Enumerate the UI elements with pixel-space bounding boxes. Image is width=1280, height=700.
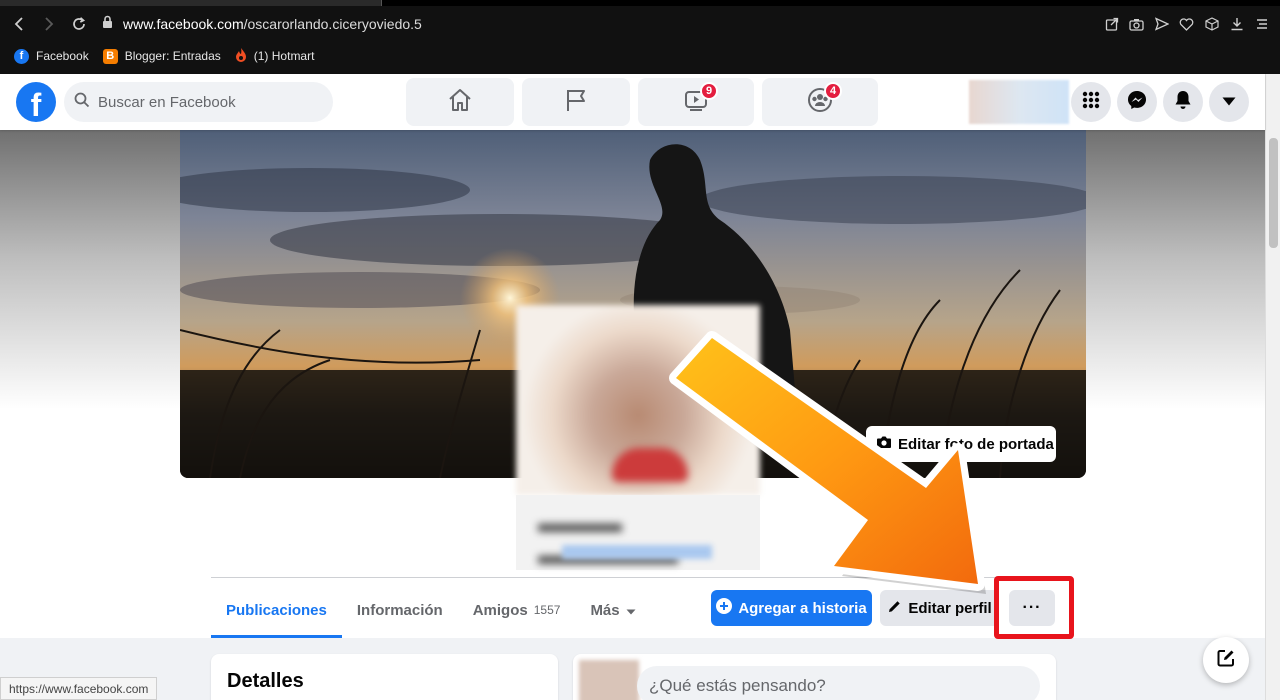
profile-shortcut-blurred[interactable] [969, 80, 1069, 124]
account-menu-button[interactable] [1209, 82, 1249, 122]
post-avatar[interactable] [579, 660, 639, 700]
main-nav: 9 4 [406, 78, 878, 126]
new-message-button[interactable] [1203, 637, 1249, 683]
search-box[interactable]: Buscar en Facebook [64, 82, 333, 122]
scrollbar-thumb[interactable] [1269, 138, 1278, 248]
download-icon[interactable] [1224, 9, 1249, 39]
groups-badge: 4 [824, 82, 842, 100]
tab-amigos[interactable]: Amigos 1557 [458, 582, 576, 638]
url-path: /oscarorlando.ciceryoviedo.5 [243, 16, 422, 32]
url-domain: www.facebook.com [123, 16, 244, 32]
heart-icon[interactable] [1174, 9, 1199, 39]
tab-label: Información [356, 601, 443, 619]
grid-menu-icon [1081, 90, 1101, 115]
facebook-top-bar: f Buscar en Facebook 9 4 [0, 74, 1265, 130]
nav-watch[interactable]: 9 [638, 78, 754, 126]
facebook-icon: f [14, 48, 29, 64]
plus-circle-icon [716, 598, 733, 618]
bell-icon [1174, 90, 1192, 115]
tab-label: Amigos [472, 601, 528, 619]
edit-profile-button[interactable]: Editar perfil [880, 590, 999, 626]
compose-icon [1216, 648, 1236, 673]
lock-icon [102, 15, 113, 34]
profile-divider [211, 577, 1056, 578]
cube-icon[interactable] [1199, 9, 1224, 39]
profile-tabs: Publicaciones Información Amigos 1557 Más [211, 582, 651, 638]
search-icon [74, 92, 90, 112]
profile-link-redacted [562, 545, 712, 559]
address-row: www.facebook.com/oscarorlando.ciceryovie… [0, 8, 1280, 40]
profile-name-blurred: ▬▬▬ ▬▬▬▬▬ [516, 495, 760, 570]
notifications-button[interactable] [1163, 82, 1203, 122]
edit-cover-photo-label: Editar foto de portada [898, 435, 1054, 453]
tab-informacion[interactable]: Información [342, 582, 458, 638]
caret-down-icon [626, 602, 636, 619]
page-scrollbar[interactable] [1265, 74, 1280, 700]
back-icon[interactable] [4, 9, 34, 39]
menu-icon[interactable] [1249, 9, 1274, 39]
tab-publicaciones[interactable]: Publicaciones [211, 582, 342, 638]
bookmark-hotmart[interactable]: (1) Hotmart [235, 47, 315, 66]
edit-profile-label: Editar perfil [908, 599, 992, 617]
share-icon[interactable] [1099, 9, 1124, 39]
tab-strip [0, 0, 1280, 6]
bookmarks-bar: f Facebook B Blogger: Entradas (1) Hotma… [14, 45, 314, 67]
tab-label: Publicaciones [226, 601, 327, 619]
camera-icon [876, 435, 892, 453]
tab-mas[interactable]: Más [575, 582, 650, 638]
nav-groups[interactable]: 4 [762, 78, 878, 126]
details-title: Detalles [227, 670, 304, 692]
pages-flag-icon [563, 87, 589, 118]
watch-badge: 9 [700, 82, 718, 100]
tab-label: Más [590, 601, 620, 619]
details-card: Detalles [211, 654, 558, 700]
send-icon[interactable] [1149, 9, 1174, 39]
highlight-box [994, 576, 1074, 639]
search-input[interactable]: Buscar en Facebook [98, 94, 236, 111]
camera-icon[interactable] [1124, 9, 1149, 39]
nav-home[interactable] [406, 78, 514, 126]
facebook-logo[interactable]: f [16, 82, 56, 122]
messenger-button[interactable] [1117, 82, 1157, 122]
friends-count: 1557 [533, 603, 561, 617]
bookmark-facebook[interactable]: f Facebook [14, 48, 89, 64]
status-bar-url: https://www.facebook.com [0, 677, 158, 700]
profile-name-redacted: ▬▬▬ ▬▬▬▬▬ [538, 507, 678, 570]
avatar-shirt [612, 448, 688, 482]
messenger-icon [1127, 90, 1147, 115]
bookmark-label: (1) Hotmart [253, 49, 315, 63]
bookmark-label: Blogger: Entradas [124, 49, 221, 63]
menu-grid-button[interactable] [1071, 82, 1111, 122]
browser-toolbar: www.facebook.com/oscarorlando.ciceryovie… [0, 0, 1280, 74]
nav-pages[interactable] [522, 78, 630, 126]
reload-icon[interactable] [64, 9, 94, 39]
bookmark-label: Facebook [36, 49, 89, 63]
facebook-logo-letter: f [30, 87, 42, 122]
pencil-icon [887, 599, 902, 618]
hotmart-flame-icon [235, 47, 247, 66]
add-to-story-button[interactable]: Agregar a historia [711, 590, 872, 626]
caret-down-icon [1222, 93, 1236, 111]
browser-tab[interactable] [0, 0, 382, 6]
blogger-icon: B [102, 48, 118, 64]
forward-icon[interactable] [34, 9, 64, 39]
create-post-input[interactable]: ¿Qué estás pensando? [637, 666, 1040, 700]
home-icon [447, 87, 473, 118]
edit-cover-photo-button[interactable]: Editar foto de portada [866, 426, 1056, 462]
add-to-story-label: Agregar a historia [738, 599, 867, 617]
address-tools [1099, 8, 1274, 40]
bookmark-blogger[interactable]: B Blogger: Entradas [102, 48, 221, 64]
address-bar[interactable]: www.facebook.com/oscarorlando.ciceryovie… [123, 16, 422, 32]
